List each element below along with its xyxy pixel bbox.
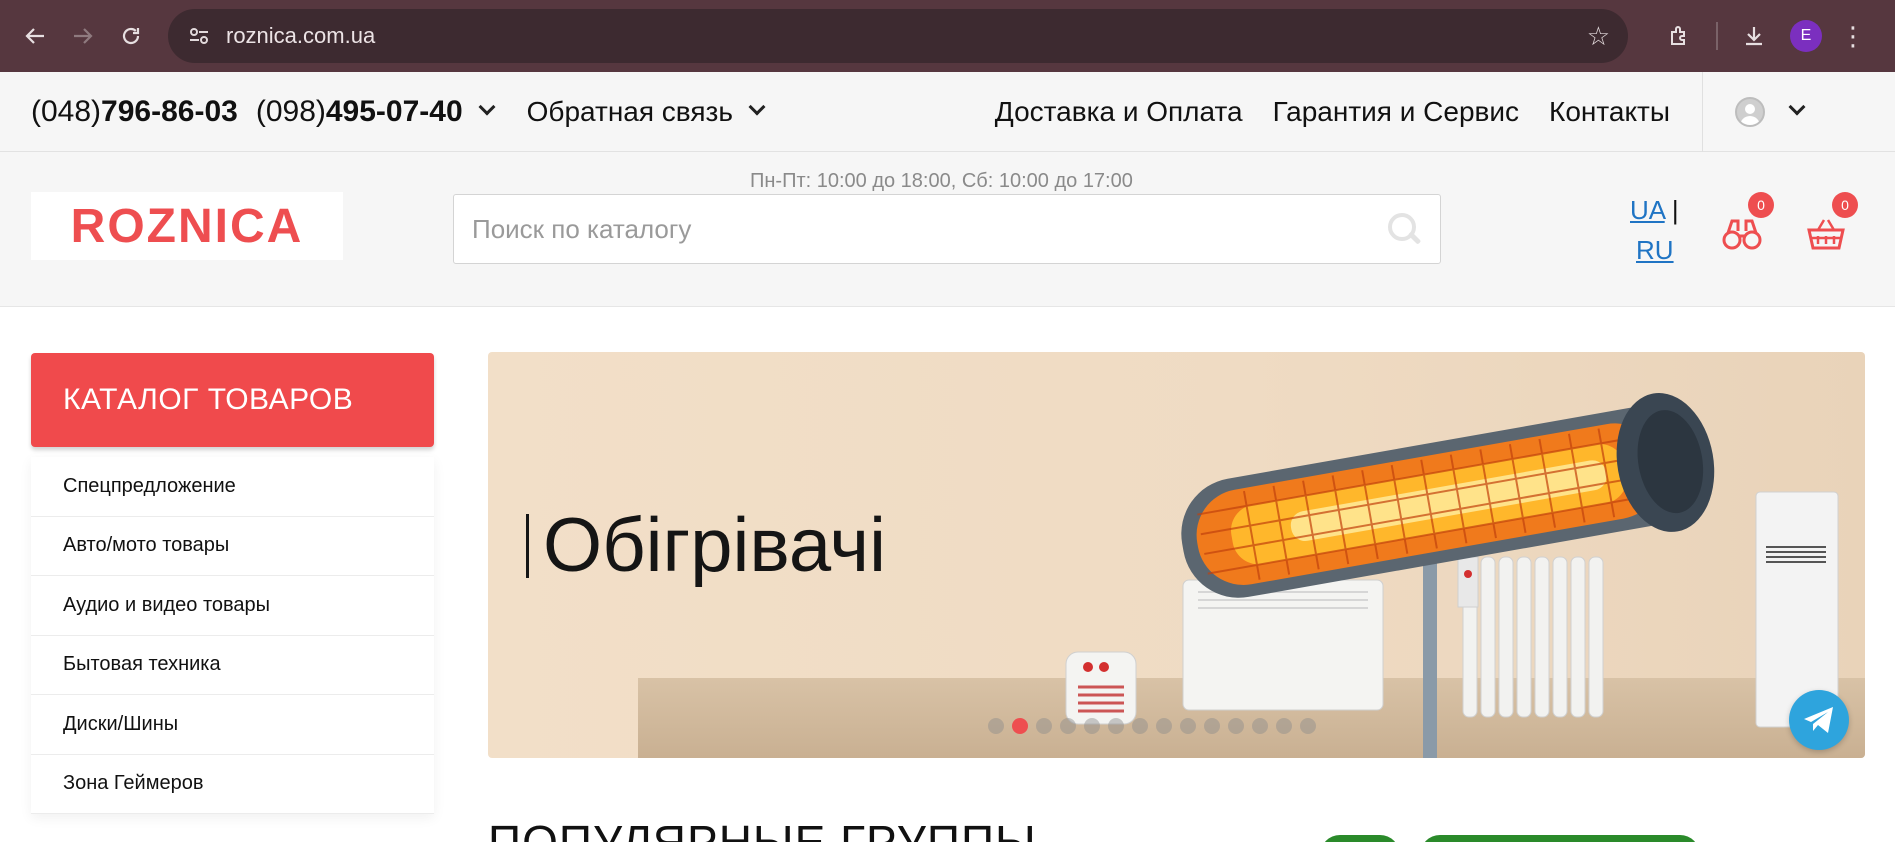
phone-1-number: 796-86-03 xyxy=(101,94,238,128)
reload-button[interactable] xyxy=(110,15,152,57)
phone-2-code: (098) xyxy=(255,94,326,128)
banner-title: Обігрівачі xyxy=(526,502,886,589)
slider-dot[interactable] xyxy=(1180,718,1196,734)
binoculars-icon xyxy=(1722,219,1762,250)
green-tab-1[interactable] xyxy=(1320,835,1400,842)
main-content: КАТАЛОГ ТОВАРОВ Спецпредложение Авто/мот… xyxy=(0,307,1895,842)
address-bar[interactable]: roznica.com.ua ☆ xyxy=(168,9,1628,63)
category-item-wheels-tires[interactable]: Диски/Шины xyxy=(31,695,434,755)
downloads-icon[interactable] xyxy=(1736,18,1772,54)
hero-banner[interactable]: Обігрівачі xyxy=(488,352,1865,758)
slider-dot[interactable] xyxy=(1060,718,1076,734)
compare-count-badge: 0 xyxy=(1748,192,1774,218)
forward-arrow-icon xyxy=(74,28,93,44)
slider-dots xyxy=(988,718,1316,734)
telegram-button[interactable] xyxy=(1789,690,1849,750)
site-header: Пн-Пт: 10:00 до 18:00, Сб: 10:00 до 17:0… xyxy=(0,152,1895,307)
browser-menu-icon[interactable]: ⋮ xyxy=(1840,21,1866,52)
account-chevron-icon xyxy=(1788,98,1806,115)
phone-1-code: (048) xyxy=(31,94,102,128)
cart-button[interactable]: 0 xyxy=(1806,192,1858,252)
phone-2[interactable]: (098) 495-07-40 xyxy=(256,95,463,129)
slider-dot[interactable] xyxy=(1300,718,1316,734)
slider-dot[interactable] xyxy=(988,718,1004,734)
slider-dot[interactable] xyxy=(1204,718,1220,734)
slider-dot[interactable] xyxy=(1108,718,1124,734)
phone-1[interactable]: (048) 796-86-03 xyxy=(31,95,238,129)
catalog-button[interactable]: КАТАЛОГ ТОВАРОВ xyxy=(31,353,434,447)
telegram-icon xyxy=(1804,707,1833,733)
basket-icon xyxy=(1807,219,1845,250)
feedback-dropdown[interactable]: Обратная связь xyxy=(526,95,766,128)
phones-dropdown-chevron-icon[interactable] xyxy=(478,98,496,115)
category-item-gamers-zone[interactable]: Зона Геймеров xyxy=(31,755,434,814)
slider-dot-active[interactable] xyxy=(1012,718,1028,734)
nav-delivery-payment[interactable]: Доставка и Оплата xyxy=(995,96,1243,128)
feedback-chevron-icon xyxy=(748,98,766,115)
category-item-audio-video[interactable]: Аудио и видео товары xyxy=(31,576,434,636)
category-item-home-appliances[interactable]: Бытовая техника xyxy=(31,636,434,695)
language-switcher: UA | RU xyxy=(1630,190,1679,270)
section-title: ПОПУЛЯРНЫЕ ГРУППЫ xyxy=(488,816,1037,842)
search-input[interactable] xyxy=(472,213,1386,245)
category-item-auto-moto[interactable]: Авто/мото товары xyxy=(31,517,434,576)
site-settings-icon[interactable] xyxy=(186,23,212,49)
reload-icon xyxy=(122,27,140,45)
logo-text: ROZNICA xyxy=(70,199,304,253)
lang-separator: | xyxy=(1671,195,1679,225)
back-arrow-icon xyxy=(25,28,44,44)
compare-button[interactable]: 0 xyxy=(1722,192,1774,252)
slider-dot[interactable] xyxy=(1156,718,1172,734)
search-box xyxy=(453,194,1441,264)
slider-dot[interactable] xyxy=(1276,718,1292,734)
phone-2-number: 495-07-40 xyxy=(325,94,463,128)
back-button[interactable] xyxy=(14,15,56,57)
bookmark-star-icon[interactable]: ☆ xyxy=(1587,21,1610,52)
toolbar-separator xyxy=(1716,22,1718,50)
slider-dot[interactable] xyxy=(1252,718,1268,734)
user-icon xyxy=(1735,96,1765,127)
cart-count-badge: 0 xyxy=(1832,192,1858,218)
category-item-special-offers[interactable]: Спецпредложение xyxy=(31,457,434,517)
top-bar: (048) 796-86-03 (098) 495-07-40 Обратная с… xyxy=(0,71,1895,152)
search-icon[interactable] xyxy=(1386,211,1422,247)
nav-contacts[interactable]: Контакты xyxy=(1549,96,1670,128)
slider-dot[interactable] xyxy=(1036,718,1052,734)
working-hours: Пн-Пт: 10:00 до 18:00, Сб: 10:00 до 17:0… xyxy=(750,170,1133,192)
account-menu[interactable] xyxy=(1702,71,1864,152)
green-tab-2[interactable] xyxy=(1420,835,1700,842)
slider-dot[interactable] xyxy=(1084,718,1100,734)
lang-ua-link[interactable]: UA xyxy=(1630,195,1665,225)
profile-avatar[interactable]: E xyxy=(1790,20,1822,52)
extensions-icon[interactable] xyxy=(1662,18,1698,54)
category-list: Спецпредложение Авто/мото товары Аудио и… xyxy=(31,457,434,814)
lang-ru-link[interactable]: RU xyxy=(1636,235,1674,265)
nav-warranty-service[interactable]: Гарантия и Сервис xyxy=(1273,96,1519,128)
url-text[interactable]: roznica.com.ua xyxy=(226,23,1587,49)
slider-dot[interactable] xyxy=(1228,718,1244,734)
forward-button[interactable] xyxy=(62,15,104,57)
browser-toolbar: roznica.com.ua ☆ E ⋮ xyxy=(0,0,1895,72)
slider-dot[interactable] xyxy=(1132,718,1148,734)
feedback-label: Обратная связь xyxy=(526,95,733,127)
top-navigation: Доставка и Оплата Гарантия и Сервис Конт… xyxy=(995,96,1670,128)
site-logo[interactable]: ROZNICA xyxy=(31,192,343,260)
